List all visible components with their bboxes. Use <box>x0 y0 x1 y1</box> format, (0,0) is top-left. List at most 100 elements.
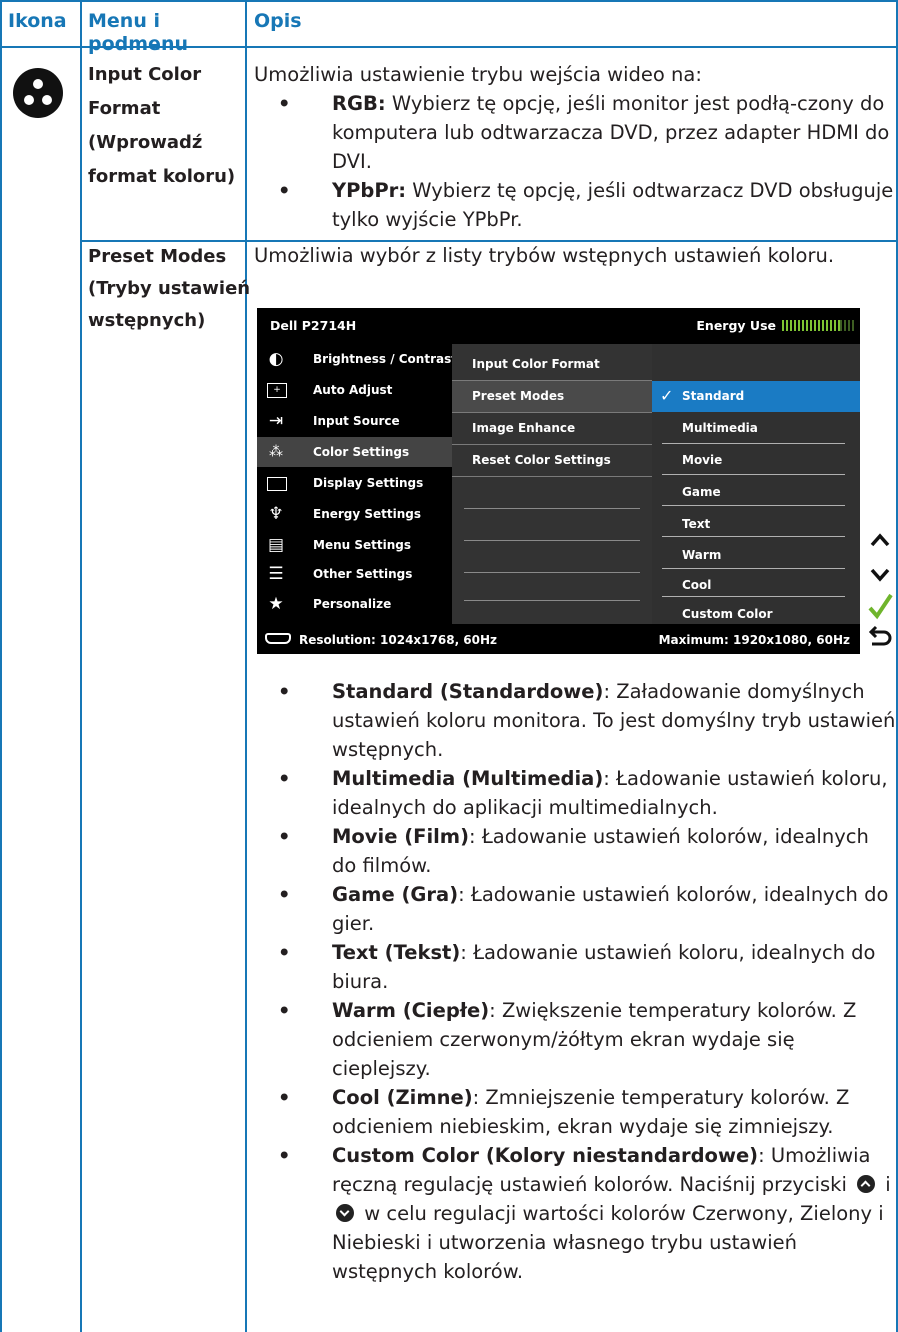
header-menu-col: Menu i podmenu <box>88 10 188 55</box>
mode-term: Warm (Ciepłe) <box>332 999 490 1022</box>
osd-item-brightness[interactable]: ◐ Brightness / Contrast <box>257 344 457 374</box>
osd-mode-movie[interactable]: Movie <box>652 445 860 476</box>
check-icon[interactable] <box>866 592 894 622</box>
list-item: Movie (Film): Ładowanie ustawień kolorów… <box>254 822 896 880</box>
mode-term: Standard (Standardowe) <box>332 680 604 703</box>
osd-mode-warm[interactable]: Warm <box>652 540 860 571</box>
osd-sub-item-preset-modes[interactable]: Preset Modes <box>452 381 652 413</box>
divider <box>662 596 845 597</box>
osd-menu-screenshot: Dell P2714H Energy Use ◐ Brightness / Co… <box>257 308 860 654</box>
osd-item-label: Input Source <box>313 414 400 428</box>
osd-item-color-settings[interactable]: ⁂ Color Settings <box>257 437 452 467</box>
manual-page: Ikona Menu i podmenu Opis Input Color Fo… <box>0 0 898 1332</box>
energy-icon: ♆ <box>268 504 284 524</box>
osd-top-bar: Dell P2714H Energy Use <box>257 308 860 344</box>
osd-sub-item-image-enhance[interactable]: Image Enhance <box>452 413 652 445</box>
divider <box>662 536 845 537</box>
osd-item-label: Auto Adjust <box>313 383 393 397</box>
divider <box>662 505 845 506</box>
other-settings-icon: ☰ <box>268 564 284 584</box>
option-term: RGB: <box>332 92 386 115</box>
col-divider-menu <box>245 0 247 1332</box>
display-icon <box>267 477 287 491</box>
list-item: Standard (Standardowe): Załadowanie domy… <box>254 677 896 764</box>
osd-item-input-source[interactable]: ⇥ Input Source <box>257 406 452 436</box>
list-item: Custom Color (Kolory niestandardowe): Um… <box>254 1141 896 1286</box>
mode-term: Text (Tekst) <box>332 941 461 964</box>
osd-sub-label: Image Enhance <box>472 421 576 435</box>
menu-line: wstępnych) <box>88 310 206 331</box>
header-desc-col: Opis <box>254 10 302 32</box>
intro-text: Umożliwia ustawienie trybu wejścia wideo… <box>254 63 702 86</box>
osd-mode-standard[interactable]: ✓ Standard <box>652 381 860 412</box>
osd-item-label: Personalize <box>313 597 392 611</box>
osd-status-bar: Resolution: 1024x1768, 60Hz Maximum: 192… <box>257 624 860 654</box>
osd-sub-menu: Input Color Format Preset Modes Image En… <box>452 344 652 624</box>
hdmi-icon <box>265 633 291 644</box>
menu-line: Input Color <box>88 64 202 85</box>
divider <box>464 600 640 601</box>
osd-item-label: Color Settings <box>313 445 410 459</box>
mode-text: w celu regulacji wartości kolorów Czerwo… <box>332 1202 884 1283</box>
osd-item-other-settings[interactable]: ☰ Other Settings <box>257 559 452 589</box>
osd-mode-label: Cool <box>682 578 712 592</box>
osd-mode-label: Multimedia <box>682 421 758 435</box>
osd-item-personalize[interactable]: ★ Personalize <box>257 589 452 619</box>
mode-term: Multimedia (Multimedia) <box>332 767 604 790</box>
color-settings-icon <box>13 68 63 118</box>
osd-resolution: Resolution: 1024x1768, 60Hz <box>299 633 498 647</box>
input-source-icon: ⇥ <box>268 411 284 431</box>
mode-term: Cool (Zimne) <box>332 1086 473 1109</box>
mode-term: Game (Gra) <box>332 883 459 906</box>
osd-mode-label: Game <box>682 485 721 499</box>
mode-term: Custom Color (Kolory niestandardowe) <box>332 1144 759 1167</box>
option-text: Wybierz tę opcję, jeśli monitor jest pod… <box>332 92 890 173</box>
up-arrow-icon[interactable] <box>866 528 894 558</box>
option-text: Wybierz tę opcję, jeśli odtwarzacz DVD o… <box>332 179 894 231</box>
osd-item-energy-settings[interactable]: ♆ Energy Settings <box>257 499 452 529</box>
osd-mode-label: Text <box>682 517 711 531</box>
osd-item-label: Menu Settings <box>313 538 411 552</box>
osd-sub-label: Reset Color Settings <box>472 453 611 467</box>
osd-main-menu: ◐ Brightness / Contrast + Auto Adjust ⇥ … <box>257 344 457 624</box>
osd-sub-label: Preset Modes <box>472 389 565 403</box>
osd-item-auto-adjust[interactable]: + Auto Adjust <box>257 375 452 405</box>
table-top-border <box>0 0 898 2</box>
osd-mode-label: Custom Color <box>682 607 773 621</box>
list-item: Cool (Zimne): Zmniejszenie temperatury k… <box>254 1083 896 1141</box>
osd-mode-label: Warm <box>682 548 722 562</box>
brightness-icon: ◐ <box>268 349 284 369</box>
osd-energy-label: Energy Use <box>696 318 776 333</box>
osd-item-label: Display Settings <box>313 476 424 490</box>
back-icon[interactable] <box>866 622 894 652</box>
down-arrow-icon[interactable] <box>866 562 894 592</box>
list-item: RGB: Wybierz tę opcję, jeśli monitor jes… <box>254 89 894 176</box>
list-item: YPbPr: Wybierz tę opcję, jeśli odtwarzac… <box>254 176 894 234</box>
osd-mode-multimedia[interactable]: Multimedia <box>652 413 860 444</box>
menu-line: Preset Modes <box>88 246 227 267</box>
osd-mode-game[interactable]: Game <box>652 477 860 508</box>
osd-sub-item-input-color-format[interactable]: Input Color Format <box>452 349 652 381</box>
auto-adjust-icon: + <box>267 383 287 398</box>
osd-item-menu-settings[interactable]: ▤ Menu Settings <box>257 530 452 560</box>
color-settings-icon: ⁂ <box>269 444 283 460</box>
osd-item-label: Other Settings <box>313 567 413 581</box>
list-item: Text (Tekst): Ładowanie ustawień koloru,… <box>254 938 896 996</box>
mode-text: i <box>879 1173 891 1196</box>
preset-modes-intro: Umożliwia wybór z listy trybów wstępnych… <box>254 244 835 267</box>
input-color-format-description: Umożliwia ustawienie trybu wejścia wideo… <box>254 60 894 234</box>
osd-mode-label: Movie <box>682 453 723 467</box>
check-icon: ✓ <box>660 386 674 405</box>
divider <box>464 508 640 509</box>
down-button-icon <box>336 1204 354 1222</box>
osd-sub-item-reset-color[interactable]: Reset Color Settings <box>452 445 652 477</box>
energy-meter <box>782 320 854 331</box>
osd-item-display-settings[interactable]: Display Settings <box>257 468 452 498</box>
list-item: Warm (Ciepłe): Zwiększenie temperatury k… <box>254 996 896 1083</box>
osd-sub-label: Input Color Format <box>472 357 600 371</box>
up-button-icon <box>857 1175 876 1193</box>
input-format-options: RGB: Wybierz tę opcję, jeśli monitor jes… <box>254 89 894 234</box>
menu-line: Format <box>88 98 161 119</box>
list-item: Multimedia (Multimedia): Ładowanie ustaw… <box>254 764 896 822</box>
osd-maximum: Maximum: 1920x1080, 60Hz <box>658 633 850 647</box>
